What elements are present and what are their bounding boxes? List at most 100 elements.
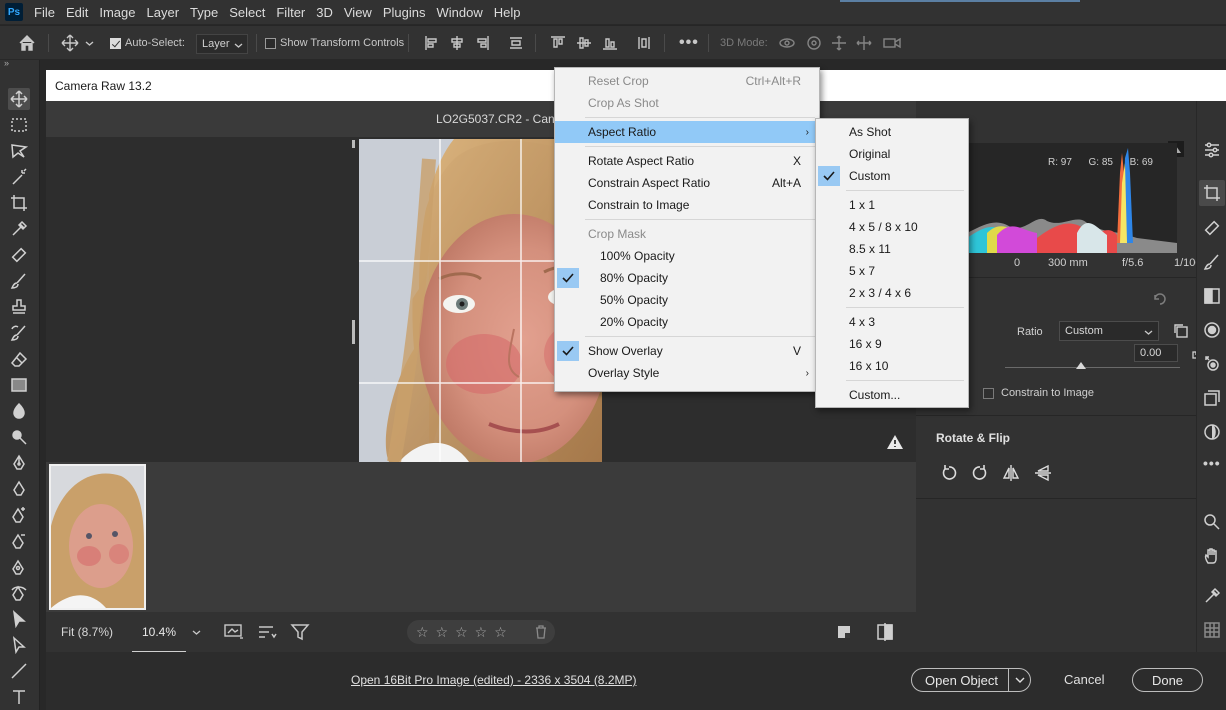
auto-select-checkbox[interactable]: Auto-Select: [110, 26, 185, 60]
align-left-icon[interactable] [424, 26, 440, 60]
dodge-tool-icon[interactable] [8, 426, 30, 448]
angle-value-field[interactable]: 0.00 [1134, 344, 1178, 362]
menu-item-show-overlay[interactable]: Show Overlay V [555, 340, 819, 362]
eraser-tool-icon[interactable] [8, 348, 30, 370]
menu-item-rotate-aspect-ratio[interactable]: Rotate Aspect Ratio X [555, 150, 819, 172]
snapshots-icon[interactable] [1203, 389, 1221, 407]
align-middle-icon[interactable] [576, 26, 592, 60]
freeform-pen-tool-icon[interactable] [8, 478, 30, 500]
angle-slider-handle[interactable] [1076, 362, 1086, 369]
red-eye-icon[interactable] [1203, 355, 1221, 373]
menu-item-overlay-style[interactable]: Overlay Style › [555, 362, 819, 384]
3d-roll-icon[interactable] [805, 26, 823, 60]
menu-image[interactable]: Image [99, 5, 135, 20]
collapse-chevron-icon[interactable]: » [4, 58, 26, 68]
distribute-vertical-icon[interactable] [636, 26, 652, 60]
move-tool-icon[interactable] [8, 88, 30, 110]
aspect-custom-dialog[interactable]: Custom... [816, 384, 968, 406]
delete-anchor-tool-icon[interactable] [8, 530, 30, 552]
menu-file[interactable]: File [34, 5, 55, 20]
workflow-options-link[interactable]: Open 16Bit Pro Image (edited) - 2336 x 3… [351, 673, 637, 687]
line-tool-icon[interactable] [8, 660, 30, 682]
3d-slide-icon[interactable] [855, 26, 873, 60]
chevron-down-icon[interactable] [1015, 676, 1025, 685]
sort-icon[interactable] [257, 622, 277, 642]
chevron-down-icon[interactable] [85, 26, 94, 60]
healing-icon[interactable] [1203, 219, 1221, 237]
menu-edit[interactable]: Edit [66, 5, 88, 20]
aspect-custom[interactable]: Custom [816, 165, 968, 187]
clone-stamp-tool-icon[interactable] [8, 296, 30, 318]
menu-item-constrain-to-image[interactable]: Constrain to Image [555, 194, 819, 216]
menu-item-opacity-80[interactable]: 80% Opacity [555, 267, 819, 289]
eyedropper-tool-icon[interactable] [8, 218, 30, 240]
aspect-16x10[interactable]: 16 x 10 [816, 355, 968, 377]
3d-pan-icon[interactable] [830, 26, 848, 60]
reset-icon[interactable] [1152, 292, 1168, 306]
done-button[interactable]: Done [1132, 668, 1203, 692]
flip-horizontal-icon[interactable] [1002, 464, 1020, 482]
gradient-tool-icon[interactable] [8, 374, 30, 396]
healing-brush-tool-icon[interactable] [8, 244, 30, 266]
distribute-icon[interactable] [508, 26, 524, 60]
zoom-icon[interactable] [1203, 513, 1221, 531]
aspect-5x7[interactable]: 5 x 7 [816, 260, 968, 282]
menu-layer[interactable]: Layer [147, 5, 180, 20]
rotate-right-icon[interactable] [971, 464, 989, 482]
text-tool-icon[interactable] [8, 686, 30, 708]
menu-3d[interactable]: 3D [316, 5, 333, 20]
warning-icon[interactable] [886, 434, 904, 450]
presets-icon[interactable] [1203, 423, 1221, 441]
aspect-8-5x11[interactable]: 8.5 x 11 [816, 238, 968, 260]
menu-item-aspect-ratio[interactable]: Aspect Ratio › [555, 121, 819, 143]
crop-tool-icon[interactable] [8, 192, 30, 214]
more-icon[interactable]: ••• [1203, 455, 1221, 473]
crop-handle-left[interactable] [352, 320, 355, 344]
rotate-left-icon[interactable] [940, 464, 958, 482]
filmstrip-view-icon[interactable] [223, 622, 245, 642]
menu-item-reset-crop[interactable]: Reset Crop Ctrl+Alt+R [555, 70, 819, 92]
3d-camera-icon[interactable] [882, 26, 902, 60]
menu-filter[interactable]: Filter [276, 5, 305, 20]
filmstrip-thumbnail[interactable] [49, 464, 146, 610]
align-right-icon[interactable] [474, 26, 490, 60]
layer-select[interactable]: Layer [196, 34, 248, 54]
aspect-4x3[interactable]: 4 x 3 [816, 311, 968, 333]
zoom-level-field[interactable]: 10.4% [132, 612, 186, 652]
aspect-1x1[interactable]: 1 x 1 [816, 194, 968, 216]
aspect-ratio-select[interactable]: Custom [1059, 321, 1159, 341]
home-icon[interactable] [18, 26, 36, 60]
align-center-icon[interactable] [449, 26, 465, 60]
menu-type[interactable]: Type [190, 5, 218, 20]
trash-icon[interactable] [535, 625, 547, 639]
graduated-filter-icon[interactable] [1203, 287, 1221, 305]
marquee-tool-icon[interactable] [8, 114, 30, 136]
before-after-icon[interactable] [875, 622, 895, 642]
align-top-icon[interactable] [550, 26, 566, 60]
grid-icon[interactable] [1203, 621, 1221, 639]
direct-selection-tool-icon[interactable] [8, 634, 30, 656]
brush-mask-icon[interactable] [1203, 253, 1221, 271]
angle-slider-track[interactable] [1005, 367, 1180, 368]
move-tool-icon[interactable] [60, 26, 80, 60]
open-object-button[interactable]: Open Object [911, 668, 1031, 692]
menu-view[interactable]: View [344, 5, 372, 20]
aspect-2x3[interactable]: 2 x 3 / 4 x 6 [816, 282, 968, 304]
menu-item-opacity-100[interactable]: 100% Opacity [555, 245, 819, 267]
radial-filter-icon[interactable] [1203, 321, 1221, 339]
more-options-icon[interactable]: ••• [679, 26, 699, 60]
rotate-aspect-icon[interactable] [1173, 323, 1189, 339]
aspect-original[interactable]: Original [816, 143, 968, 165]
menu-item-constrain-aspect-ratio[interactable]: Constrain Aspect Ratio Alt+A [555, 172, 819, 194]
aspect-as-shot[interactable]: As Shot [816, 121, 968, 143]
hand-icon[interactable] [1203, 547, 1221, 565]
filter-icon[interactable] [290, 622, 310, 642]
preview-toggle-icon[interactable] [836, 624, 852, 640]
history-brush-tool-icon[interactable] [8, 322, 30, 344]
menu-help[interactable]: Help [494, 5, 521, 20]
star-icon[interactable]: ☆☆☆☆☆ [416, 624, 514, 641]
convert-point-tool-icon[interactable] [8, 556, 30, 578]
path-selection-tool-icon[interactable] [8, 608, 30, 630]
menu-plugins[interactable]: Plugins [383, 5, 426, 20]
aspect-4x5[interactable]: 4 x 5 / 8 x 10 [816, 216, 968, 238]
